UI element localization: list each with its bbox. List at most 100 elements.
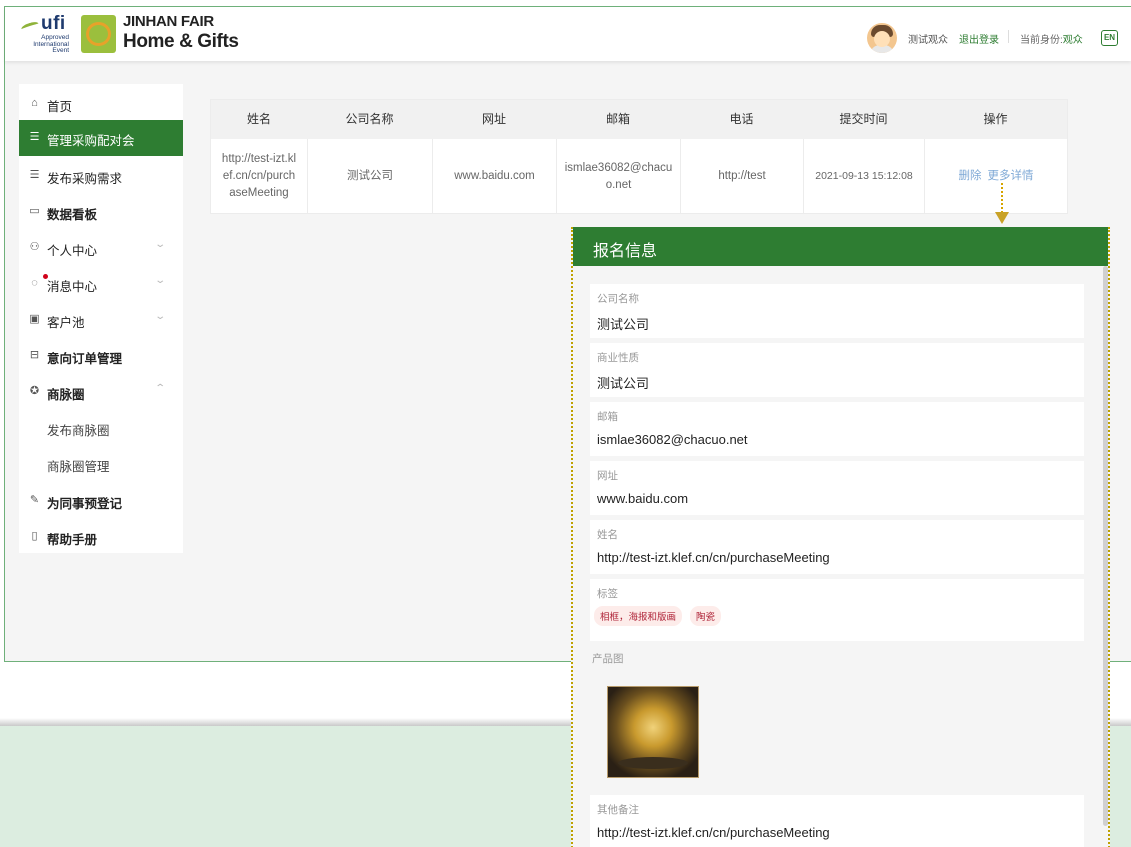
sidebar-item-label: 意向订单管理 [47, 352, 123, 366]
sidebar-item-colleague-register[interactable]: ✎ 为同事预登记 [19, 483, 183, 519]
column-header-phone: 电话 [729, 112, 754, 126]
ufi-logo-word: ufi [41, 13, 66, 34]
dashboard-icon: ▭ [29, 205, 40, 217]
sidebar-item-label: 为同事预登记 [47, 497, 123, 511]
sidebar-item-label: 商脉圈 [47, 388, 85, 402]
sidebar-item-label: 帮助手册 [47, 533, 98, 547]
ufi-logo: ufi Approved International Event [19, 13, 69, 54]
database-icon: ☰ [29, 131, 40, 143]
column-header-submit-time: 提交时间 [839, 112, 888, 126]
brand-subtitle[interactable]: Home & Gifts [123, 31, 239, 53]
registration-detail-panel: 报名信息 公司名称 测试公司 商业性质 测试公司 邮箱 ismlae36082@… [571, 227, 1110, 847]
column-header-company: 公司名称 [345, 112, 394, 126]
delete-link[interactable]: 删除 [959, 168, 982, 185]
ufi-swoosh-icon [20, 20, 40, 33]
sidebar-item-label: 首页 [47, 100, 73, 114]
sidebar-item-dashboard[interactable]: ▭ 数据看板 [19, 194, 183, 230]
sidebar-item-personal-center[interactable]: ⚇ 个人中心 ⌄ [19, 230, 183, 266]
register-icon: ✎ [29, 494, 40, 506]
sidebar-item-customer-pool[interactable]: ▣ 客户池 ⌄ [19, 302, 183, 338]
field-remarks: 其他备注 http://test-izt.klef.cn/cn/purchase… [590, 795, 1084, 847]
field-email: 邮箱 ismlae36082@chacuo.net [590, 402, 1084, 456]
sidebar-item-label: 消息中心 [47, 280, 98, 294]
book-icon: ▯ [31, 530, 38, 542]
field-label: 邮箱 [597, 411, 618, 423]
sidebar-item-publish-purchase[interactable]: ☰ 发布采购需求 [19, 158, 183, 194]
field-value: http://test-izt.klef.cn/cn/purchaseMeeti… [597, 550, 830, 565]
cell-phone: http://test [680, 139, 803, 214]
field-tags: 标签 相框，海报和版画 陶瓷 [590, 579, 1084, 641]
sidebar-item-label: 个人中心 [47, 244, 98, 258]
avatar[interactable] [867, 23, 897, 53]
field-value: http://test-izt.klef.cn/cn/purchaseMeeti… [597, 825, 830, 840]
role-value[interactable]: 观众 [1063, 35, 1083, 46]
cell-name: http://test-izt.kl ef.cn/cn/purch aseMeeti… [221, 153, 297, 199]
logout-link[interactable]: 退出登录 [959, 31, 999, 46]
circle-icon: ✪ [29, 385, 40, 397]
inbox-icon: ▣ [29, 313, 40, 325]
callout-arrow-icon [995, 212, 1009, 224]
sidebar-item-label: 发布采购需求 [47, 172, 123, 186]
jinhan-logo-icon[interactable] [81, 15, 116, 53]
sidebar-item-business-circle[interactable]: ✪ 商脉圈 ⌃ [19, 374, 183, 410]
tag-frames-posters: 相框，海报和版画 [594, 606, 683, 626]
field-label: 网址 [597, 470, 618, 482]
field-label: 姓名 [597, 529, 618, 541]
role-label: 当前身份: [1020, 35, 1063, 46]
column-header-name: 姓名 [246, 112, 271, 126]
sidebar-item-home[interactable]: ⌂ 首页 [19, 86, 183, 122]
field-name: 姓名 http://test-izt.klef.cn/cn/purchaseMe… [590, 520, 1084, 574]
purchase-meeting-table: 姓名 公司名称 网址 邮箱 电话 提交时间 操作 http://test-izt… [210, 99, 1068, 214]
column-header-website: 网址 [481, 112, 506, 126]
field-value: 测试公司 [597, 376, 650, 391]
message-icon: ◌ [31, 277, 38, 289]
sidebar-item-intent-orders[interactable]: ⊟ 意向订单管理 [19, 338, 183, 374]
sidebar-item-label: 发布商脉圈 [47, 424, 110, 438]
sidebar: ⌂ 首页 ☰ 管理采购配对会 ☰ 发布采购需求 ▭ 数据看板 ⚇ 个人中心 ⌄ … [19, 84, 183, 553]
callout-connector [1001, 183, 1003, 213]
role-indicator: 当前身份:观众 [1020, 31, 1083, 46]
tag-list: 相框，海报和版画 陶瓷 [594, 606, 729, 626]
top-header: ufi Approved International Event JINHAN … [5, 7, 1131, 61]
cell-actions: 删除 更多详情 [924, 139, 1067, 214]
chevron-up-icon[interactable]: ⌃ [154, 383, 166, 394]
panel-header: 报名信息 [573, 227, 1108, 266]
header-divider [1008, 30, 1009, 43]
user-name: 测试观众 [908, 35, 948, 46]
sidebar-item-label: 数据看板 [47, 208, 98, 222]
cell-website: www.baidu.com [432, 139, 556, 214]
product-image[interactable] [607, 686, 699, 778]
product-image-label: 产品图 [592, 653, 624, 665]
brand-title[interactable]: JINHAN FAIR [123, 13, 214, 30]
database-icon: ☰ [29, 169, 40, 181]
field-value: www.baidu.com [597, 491, 689, 506]
sidebar-item-help-manual[interactable]: ▯ 帮助手册 [19, 519, 183, 555]
column-header-actions: 操作 [983, 112, 1008, 126]
sidebar-item-messages[interactable]: ◌ 消息中心 ⌄ [19, 266, 183, 302]
chevron-down-icon[interactable]: ⌄ [154, 311, 166, 322]
sidebar-item-publish-circle[interactable]: 发布商脉圈 [19, 410, 183, 446]
language-switch-button[interactable]: EN [1101, 30, 1118, 46]
ufi-logo-caption: Approved International Event [33, 34, 69, 54]
sidebar-item-circle-manage[interactable]: 商脉圈管理 [19, 446, 183, 482]
sidebar-item-label: 管理采购配对会 [47, 134, 135, 148]
cell-submit-time: 2021-09-13 15:12:08 [803, 139, 924, 214]
more-details-link[interactable]: 更多详情 [988, 168, 1034, 185]
column-header-email: 邮箱 [605, 112, 630, 126]
panel-scrollbar[interactable] [1103, 266, 1108, 826]
field-label: 其他备注 [597, 804, 639, 816]
chevron-down-icon[interactable]: ⌄ [154, 275, 166, 286]
user-icon: ⚇ [29, 241, 40, 253]
sidebar-item-manage-purchase-meeting[interactable]: ☰ 管理采购配对会 [19, 120, 183, 156]
field-company: 公司名称 测试公司 [590, 284, 1084, 338]
chevron-down-icon[interactable]: ⌄ [154, 239, 166, 250]
sidebar-item-label: 商脉圈管理 [47, 460, 110, 474]
field-website: 网址 www.baidu.com [590, 461, 1084, 515]
order-icon: ⊟ [29, 349, 40, 361]
cell-company: 测试公司 [307, 139, 432, 214]
field-value: 测试公司 [597, 317, 650, 332]
cell-email: ismlae36082@chacu o.net [556, 139, 680, 214]
field-label: 公司名称 [597, 293, 639, 305]
panel-title: 报名信息 [593, 243, 658, 260]
sidebar-item-label: 客户池 [47, 316, 85, 330]
